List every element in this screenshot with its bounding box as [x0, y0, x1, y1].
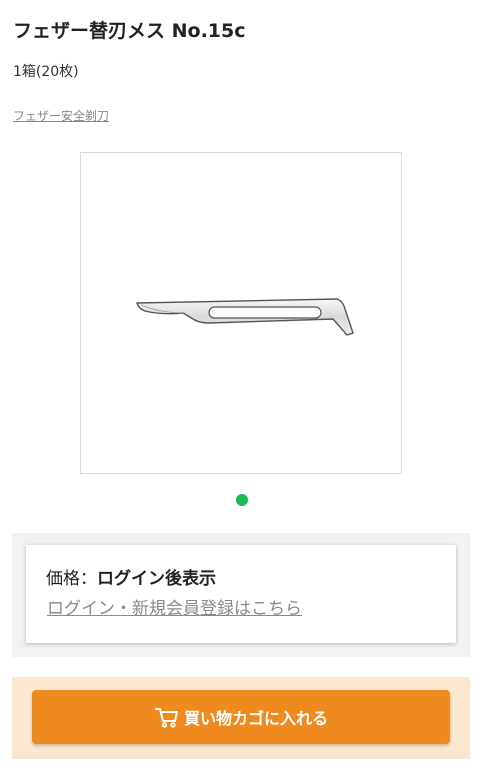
price-card: 価格：ログイン後表示 ログイン・新規会員登録はこちら	[26, 545, 456, 643]
price-panel: 価格：ログイン後表示 ログイン・新規会員登録はこちら	[12, 533, 470, 657]
price-value: ログイン後表示	[97, 569, 216, 589]
scalpel-blade-image	[136, 298, 354, 336]
price-line: 価格：ログイン後表示	[46, 567, 216, 591]
cart-panel: 買い物カゴに入れる	[12, 677, 470, 759]
login-register-link[interactable]: ログイン・新規会員登録はこちら	[47, 597, 302, 621]
price-label: 価格：	[46, 569, 97, 589]
product-image-frame[interactable]	[80, 152, 402, 474]
cart-icon	[154, 708, 178, 728]
carousel-dot-active[interactable]	[236, 494, 248, 506]
add-to-cart-label: 買い物カゴに入れる	[183, 709, 328, 728]
add-to-cart-button[interactable]: 買い物カゴに入れる	[32, 690, 450, 744]
brand-link[interactable]: フェザー安全剃刀	[13, 107, 109, 125]
product-quantity: 1箱(20枚)	[13, 64, 79, 80]
product-title: フェザー替刃メス No.15c	[13, 20, 246, 42]
